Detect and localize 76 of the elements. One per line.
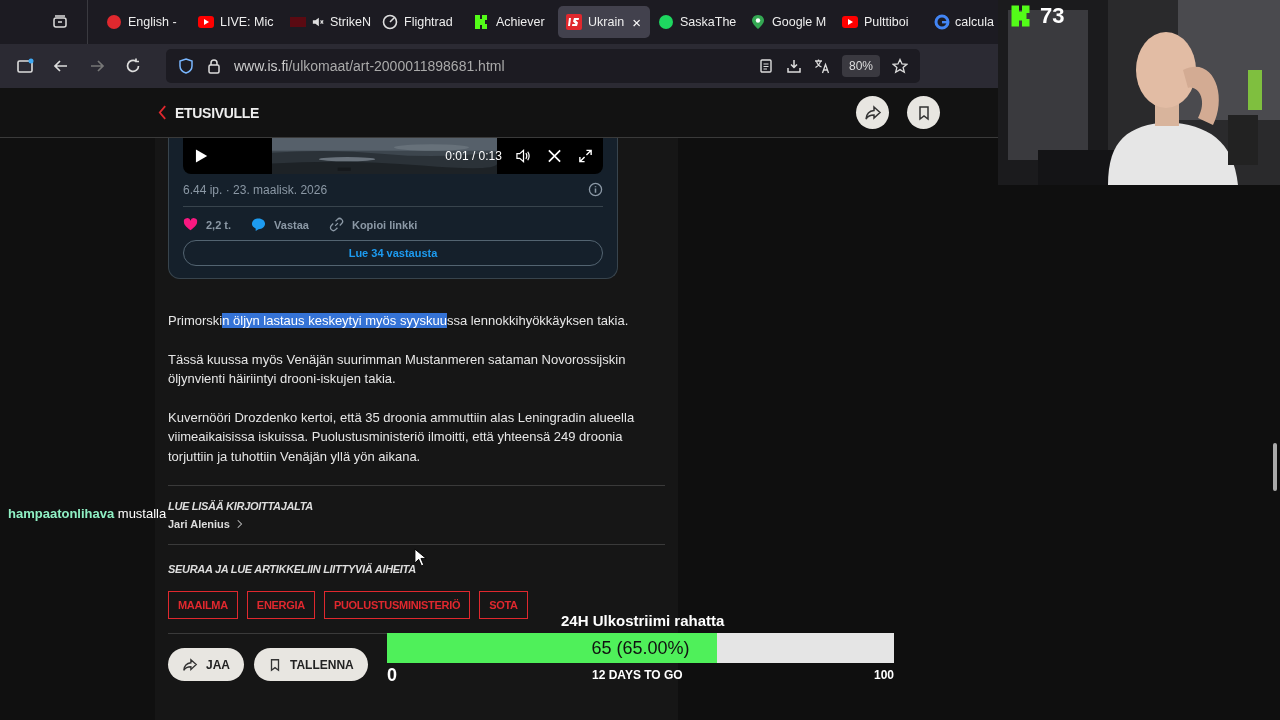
volume-icon[interactable] — [515, 148, 531, 164]
goal-title: 24H Ulkostriimi rahatta — [561, 612, 726, 629]
post-date: 6.44 ip. · 23. maalisk. 2026 — [183, 182, 328, 197]
back-link[interactable]: ETUSIVULLE — [158, 104, 260, 121]
video-time: 0:01 / 0:13 — [445, 149, 502, 163]
share-button[interactable]: JAA — [168, 648, 244, 681]
tab-title: SaskaThe — [680, 15, 737, 29]
topic-tag[interactable]: ENERGIA — [246, 591, 315, 619]
topic-tag[interactable]: PUOLUSTUSMINISTERIÖ — [323, 591, 471, 619]
browser-tab[interactable]: Flightrad — [374, 6, 466, 38]
tab-title: Google M — [772, 15, 827, 29]
tab-title: Flightrad — [404, 15, 453, 29]
copy-link[interactable]: Kopioi linkki — [351, 218, 418, 231]
info-icon[interactable] — [588, 182, 603, 197]
zoom-level-badge[interactable]: 80% — [841, 55, 880, 77]
fullscreen-icon[interactable] — [578, 148, 593, 164]
muted-speaker-icon[interactable] — [312, 16, 324, 28]
browser-tab[interactable]: LIVE: Mic — [190, 6, 282, 38]
url-text: www.is.fi/ulkomaat/art-2000011898681.html — [234, 58, 505, 74]
tab-title: English - — [128, 15, 177, 29]
reader-view-icon[interactable] — [757, 58, 774, 74]
x-logo-icon[interactable] — [547, 148, 562, 164]
tab-title: Achiever — [496, 15, 545, 29]
browser-tab[interactable]: English - — [98, 6, 190, 38]
chevron-left-icon — [158, 105, 167, 120]
shield-icon[interactable] — [178, 58, 194, 74]
share-icon — [182, 656, 198, 673]
follower-count: 73 — [1040, 3, 1065, 29]
tab-title: LIVE: Mic — [220, 15, 274, 29]
tab-title: Pulttiboi — [864, 15, 909, 29]
article-paragraph: Tässä kuussa myös Venäjän suurimman Mustanmeren sataman Novorossijskin öljynvienti häiriintyi drooni-iskujen takia. — [168, 350, 627, 388]
browser-tab[interactable]: Pulttiboi — [834, 6, 926, 38]
bookmark-button[interactable] — [907, 96, 940, 129]
browser-tab[interactable]: Google M — [742, 6, 834, 38]
tab-title: calcula — [955, 15, 994, 29]
speech-bubble-icon[interactable] — [251, 217, 267, 232]
share-button[interactable] — [856, 96, 889, 129]
tab-title: Ukrain — [588, 15, 625, 29]
browser-tab[interactable]: Ukrain × — [558, 6, 650, 38]
share-icon — [863, 103, 882, 122]
goal-reading: 65 (65.00%) — [590, 638, 691, 659]
browser-tab[interactable]: SaskaThe — [650, 6, 742, 38]
reply-link[interactable]: Vastaa — [274, 218, 309, 231]
goal-min: 0 — [387, 665, 397, 686]
chevron-right-icon — [236, 519, 243, 529]
mouse-cursor-icon — [414, 548, 427, 567]
goal-remaining: 12 DAYS TO GO — [592, 668, 683, 682]
section-heading: SEURAA JA LUE ARTIKKELIIN LIITTYVIÄ AIHEITA — [168, 563, 417, 575]
article-paragraph: Primorskin öljyn lastaus keskeytyi myös syyskuussa lennokkihyökkäyksen takia. — [168, 312, 630, 330]
reload-icon[interactable] — [124, 57, 142, 75]
goal-max: 100 — [873, 668, 894, 682]
section-heading: LUE LISÄÄ KIRJOITTAJALTA — [168, 500, 314, 512]
browser-tab[interactable]: calcula — [926, 6, 998, 38]
browser-tab[interactable]: StrikeN — [282, 6, 374, 38]
lock-icon[interactable] — [206, 58, 222, 74]
video-player[interactable]: 0:01 / 0:13 — [183, 138, 603, 174]
like-count: 2,2 t. — [206, 218, 232, 231]
save-button[interactable]: TALLENNA — [254, 648, 368, 681]
chat-message: hampaatonlihava mustalla — [8, 506, 167, 521]
article-paragraph: Kuvernööri Drozdenko kertoi, että 35 droonia ammuttiin alas Leningradin alueella viimeaikaisissa iskuissa. Puolustusministeriö ilmoitti, että yhteensä 249 droonia torjuttiin ja tuhottiin Venäjän yllä yön aikana. — [168, 408, 636, 466]
heart-icon[interactable] — [183, 217, 198, 232]
browser-tab[interactable]: Achiever — [466, 6, 558, 38]
topic-tag[interactable]: MAAILMA — [168, 591, 238, 619]
translate-icon[interactable] — [813, 58, 830, 74]
address-bar[interactable]: www.is.fi/ulkomaat/art-2000011898681.html 80% — [166, 49, 920, 83]
star-icon[interactable] — [892, 58, 908, 74]
link-icon[interactable] — [328, 217, 344, 232]
bookmark-icon — [268, 657, 282, 672]
tab-title: StrikeN — [330, 15, 371, 29]
author-link[interactable]: Jari Alenius — [168, 518, 665, 530]
tab-list-icon[interactable] — [52, 14, 68, 30]
sidebar-icon[interactable] — [16, 57, 34, 75]
close-tab-button[interactable]: × — [632, 13, 641, 31]
download-icon[interactable] — [785, 58, 802, 74]
play-icon[interactable] — [195, 148, 209, 164]
topic-tag[interactable]: SOTA — [479, 591, 528, 619]
